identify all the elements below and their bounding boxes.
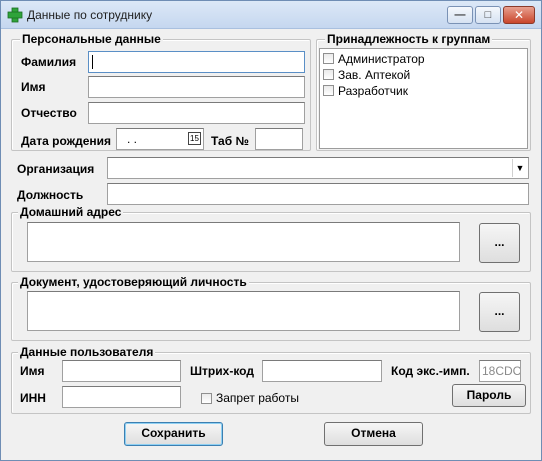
barcode-field[interactable] — [262, 360, 382, 382]
group-label-administrator: Администратор — [338, 52, 425, 66]
personal-data-group: Персональные данные Фамилия Имя Отчество… — [11, 32, 311, 151]
name-label: Имя — [21, 80, 46, 94]
maximize-button[interactable]: □ — [475, 6, 501, 24]
list-item[interactable]: Разработчик — [322, 84, 522, 99]
green-cross-icon — [7, 7, 23, 23]
close-icon: ✕ — [513, 8, 525, 22]
inn-label: ИНН — [20, 391, 46, 405]
home-address-browse-button[interactable]: ... — [479, 223, 520, 263]
group-membership-legend: Принадлежность к группам — [325, 32, 493, 46]
home-address-field[interactable] — [27, 222, 460, 262]
list-item[interactable]: Зав. Аптекой — [322, 68, 522, 83]
name-field[interactable] — [88, 76, 305, 98]
birthdate-field[interactable]: . . 15 — [116, 128, 204, 150]
tab-number-field[interactable] — [255, 128, 303, 150]
group-checkbox-administrator[interactable] — [323, 53, 334, 64]
user-data-legend: Данные пользователя — [18, 345, 156, 359]
title-bar[interactable]: Данные по сотруднику — □ ✕ — [1, 1, 541, 29]
group-checkbox-developer[interactable] — [323, 85, 334, 96]
work-ban-label: Запрет работы — [216, 391, 299, 405]
tab-number-label: Таб № — [211, 134, 249, 148]
group-checkbox-pharmacy-manager[interactable] — [323, 69, 334, 80]
group-list[interactable]: Администратор Зав. Аптекой Разработчик — [319, 48, 528, 149]
position-label: Должность — [17, 188, 84, 202]
user-data-group: Данные пользователя Имя Штрих-код Код эк… — [11, 345, 531, 414]
cancel-button[interactable]: Отмена — [324, 422, 423, 446]
id-document-legend: Документ, удостоверяющий личность — [18, 275, 249, 289]
patronymic-label: Отчество — [21, 106, 77, 120]
chevron-down-icon[interactable]: ▼ — [512, 159, 527, 177]
maximize-icon: □ — [484, 9, 492, 21]
group-membership-group: Принадлежность к группам Администратор З… — [316, 32, 531, 151]
id-document-group: Документ, удостоверяющий личность ... — [11, 275, 531, 341]
user-name-label: Имя — [20, 364, 45, 378]
minimize-icon: — — [454, 9, 466, 21]
text-caret — [92, 55, 93, 69]
password-button[interactable]: Пароль — [452, 384, 526, 407]
birthdate-label: Дата рождения — [21, 134, 112, 148]
patronymic-field[interactable] — [88, 102, 305, 124]
group-label-developer: Разработчик — [338, 84, 408, 98]
id-document-browse-button[interactable]: ... — [479, 292, 520, 332]
user-name-field[interactable] — [62, 360, 181, 382]
employee-dialog: Данные по сотруднику — □ ✕ Персональные … — [0, 0, 542, 461]
organization-dropdown[interactable]: ▼ — [107, 157, 529, 179]
list-item[interactable]: Администратор — [322, 52, 522, 67]
work-ban-checkbox[interactable] — [201, 393, 212, 404]
calendar-icon[interactable]: 15 — [188, 132, 201, 145]
personal-data-legend: Персональные данные — [20, 32, 163, 46]
save-button[interactable]: Сохранить — [124, 422, 223, 446]
home-address-legend: Домашний адрес — [18, 205, 124, 219]
surname-field[interactable] — [88, 51, 305, 73]
window-title: Данные по сотруднику — [27, 8, 153, 22]
position-field[interactable] — [107, 183, 529, 205]
id-document-field[interactable] — [27, 291, 460, 331]
barcode-label: Штрих-код — [190, 364, 254, 378]
group-label-pharmacy-manager: Зав. Аптекой — [338, 68, 411, 82]
home-address-group: Домашний адрес ... — [11, 205, 531, 272]
minimize-button[interactable]: — — [447, 6, 473, 24]
inn-field[interactable] — [62, 386, 181, 408]
close-button[interactable]: ✕ — [503, 6, 535, 24]
organization-label: Организация — [17, 162, 95, 176]
surname-label: Фамилия — [21, 55, 77, 69]
export-import-code-label: Код экс.-имп. — [391, 364, 470, 378]
export-import-code-field: 18CDC — [479, 360, 521, 382]
